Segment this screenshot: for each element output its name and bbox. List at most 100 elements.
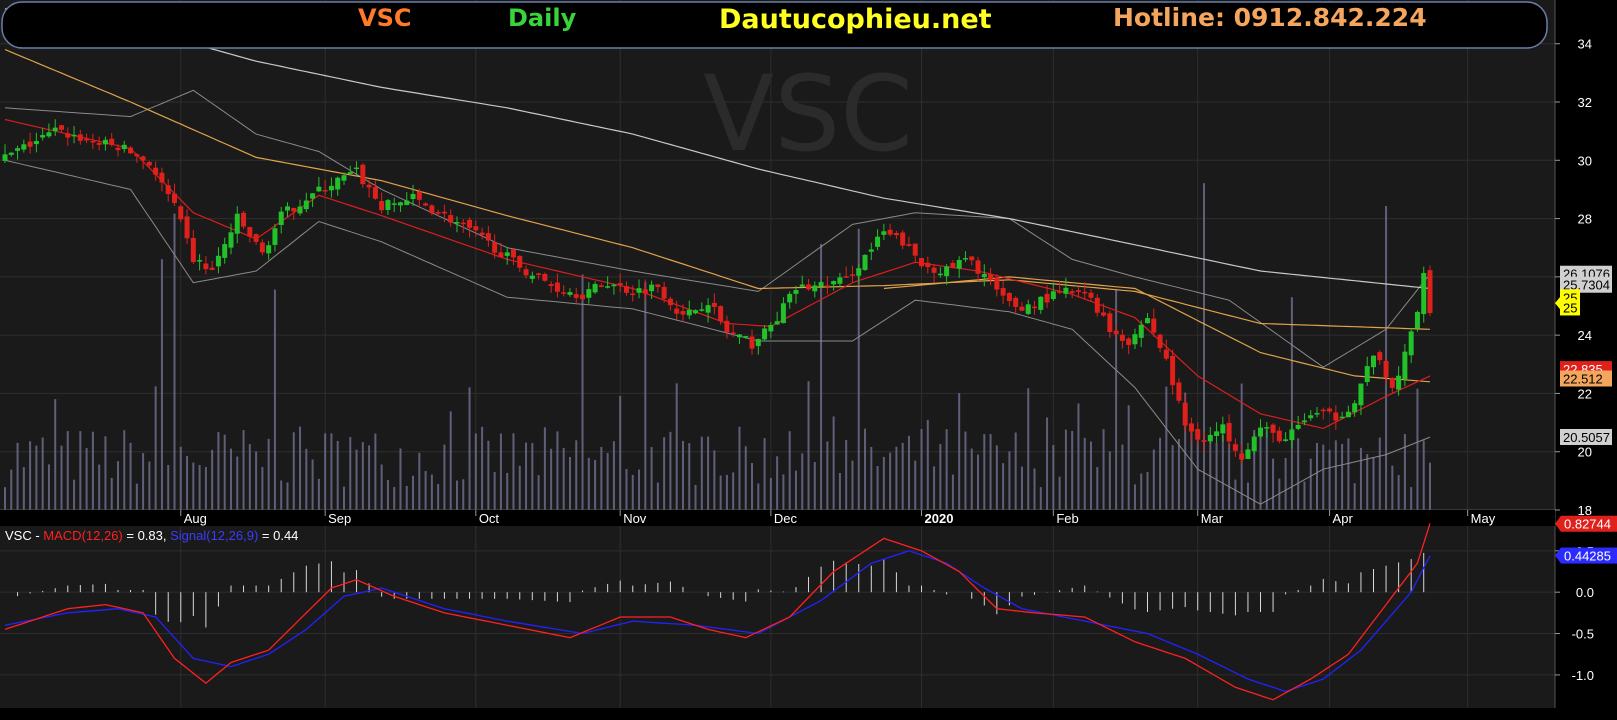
candle-body — [693, 310, 699, 314]
macd-legend: VSC - MACD(12,26) = 0.83, Signal(12,26,9… — [5, 528, 298, 543]
volume-bar — [280, 480, 283, 510]
candle-body — [121, 144, 127, 150]
candle-body — [159, 172, 165, 183]
volume-bar — [543, 427, 546, 510]
current-price-marker — [1555, 297, 1560, 310]
volume-bar — [638, 469, 641, 510]
volume-bar — [1203, 183, 1206, 510]
volume-bar — [1359, 447, 1362, 510]
candle-body — [310, 193, 316, 199]
candle-body — [423, 203, 429, 206]
volume-bar — [1002, 463, 1005, 510]
volume-bar — [154, 386, 157, 510]
volume-bar — [1014, 432, 1017, 510]
volume-bar — [1328, 449, 1331, 510]
volume-bar — [223, 434, 226, 510]
candle-body — [27, 141, 33, 147]
volume-bar — [876, 466, 879, 510]
candle-body — [21, 144, 27, 150]
volume-bar — [1303, 481, 1306, 510]
volume-bar — [945, 429, 948, 510]
candle-body — [15, 148, 21, 151]
candle-body — [1163, 349, 1169, 359]
volume-bar — [1196, 437, 1199, 510]
candle-body — [259, 242, 265, 253]
candle-body — [768, 324, 774, 332]
volume-bar — [1190, 431, 1193, 510]
candle-body — [1333, 412, 1339, 421]
volume-bar — [970, 448, 973, 510]
macd-y-tick-label: -1.0 — [1572, 668, 1594, 683]
volume-bar — [1115, 289, 1118, 510]
volume-bar — [1316, 442, 1319, 510]
candle-body — [592, 284, 598, 293]
volume-bar — [142, 453, 145, 510]
volume-bar — [481, 426, 484, 510]
candle-body — [203, 263, 209, 270]
volume-bar — [493, 472, 496, 510]
candle-body — [1207, 435, 1213, 442]
candle-body — [1126, 338, 1132, 345]
candle-body — [416, 191, 422, 200]
candle-body — [1264, 427, 1270, 429]
volume-bar — [864, 428, 867, 510]
period-label: Daily — [508, 4, 577, 32]
volume-bar — [1259, 429, 1262, 510]
volume-bar — [1052, 445, 1055, 510]
candle-body — [787, 293, 793, 303]
candle-body — [1044, 293, 1050, 303]
x-tick-label: Sep — [328, 511, 351, 526]
candle-body — [1327, 408, 1333, 412]
y-tick-label: 28 — [1578, 212, 1592, 227]
candle-body — [667, 298, 673, 306]
volume-bar — [794, 470, 797, 510]
candle-body — [831, 281, 837, 285]
candle-body — [780, 303, 786, 324]
volume-bar — [1347, 438, 1350, 510]
volume-bar — [443, 444, 446, 510]
candle-body — [1308, 415, 1314, 419]
candle-body — [975, 260, 981, 274]
candle-body — [887, 229, 893, 235]
volume-bar — [317, 478, 320, 510]
candle-body — [140, 156, 146, 161]
volume-bar — [1372, 457, 1375, 510]
candle-body — [1414, 311, 1420, 329]
candle-body — [109, 138, 115, 145]
candle-body — [799, 284, 805, 287]
candle-body — [1364, 366, 1370, 383]
volume-bar — [380, 464, 383, 510]
volume-bar — [292, 432, 295, 510]
y-tick-label: 22 — [1578, 386, 1592, 401]
candle-body — [65, 133, 71, 138]
volume-bar — [951, 474, 954, 510]
candle-body — [1226, 422, 1232, 442]
volume-bar — [85, 448, 88, 510]
volume-bar — [989, 434, 992, 510]
candle-body — [1258, 427, 1264, 437]
volume-bar — [977, 454, 980, 510]
candle-body — [366, 184, 372, 188]
candle-body — [906, 244, 912, 246]
candle-body — [642, 289, 648, 294]
volume-bar — [518, 465, 521, 510]
volume-bar — [525, 442, 528, 510]
volume-bar — [1046, 417, 1049, 510]
candle-body — [71, 134, 77, 137]
candle-body — [699, 309, 705, 311]
candle-body — [1063, 287, 1069, 294]
volume-bar — [286, 482, 289, 510]
candle-body — [266, 245, 272, 254]
x-tick-label: 2020 — [925, 511, 954, 526]
candle-body — [680, 311, 686, 315]
volume-bar — [719, 475, 722, 510]
volume-bar — [983, 434, 986, 510]
volume-bar — [1096, 467, 1099, 510]
volume-bar — [1008, 451, 1011, 510]
volume-bar — [91, 431, 94, 510]
hotline-label: Hotline: 0912.842.224 — [1113, 3, 1427, 32]
volume-bar — [688, 443, 691, 510]
candle-body — [856, 268, 862, 276]
candle-body — [102, 139, 108, 145]
macd-value-label: 0.82744 — [1564, 517, 1611, 532]
